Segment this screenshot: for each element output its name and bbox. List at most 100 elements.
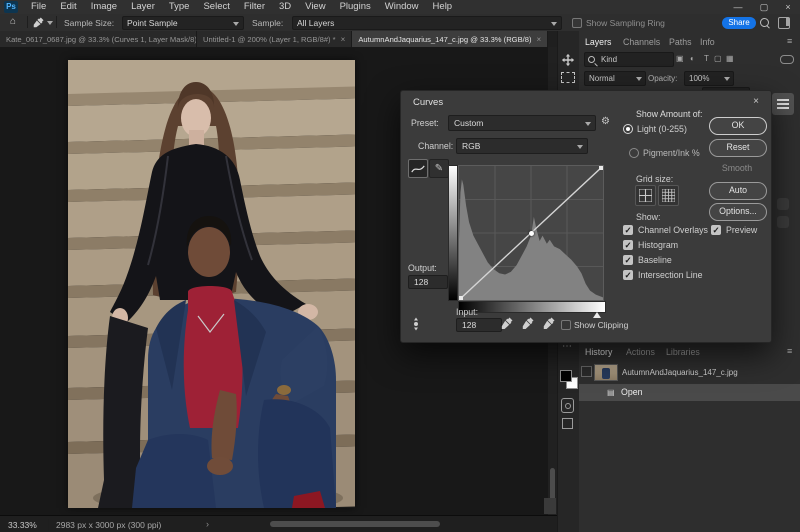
- sample-size-dropdown[interactable]: Point Sample: [122, 16, 244, 30]
- history-snapshot-thumbnail[interactable]: [594, 364, 618, 381]
- filter-image-icon[interactable]: ▣: [676, 54, 684, 63]
- channel-overlays-checkbox[interactable]: ✓: [623, 225, 633, 235]
- white-point-slider[interactable]: [593, 312, 601, 318]
- foreground-color-swatch[interactable]: [560, 370, 572, 382]
- baseline-checkbox[interactable]: ✓: [623, 255, 633, 265]
- menu-filter[interactable]: Filter: [237, 0, 272, 14]
- filter-smartobject-icon[interactable]: ▦: [726, 54, 734, 63]
- photo-document[interactable]: [68, 60, 355, 508]
- status-expand-icon[interactable]: ›: [206, 519, 209, 529]
- quick-mask-button[interactable]: [561, 398, 574, 413]
- tab-history[interactable]: History: [585, 347, 612, 357]
- targeted-adjustment-tool[interactable]: [409, 317, 423, 336]
- history-state-row-selected[interactable]: ▤ Open: [579, 384, 800, 401]
- menu-window[interactable]: Window: [378, 0, 426, 14]
- layer-filter-search[interactable]: Kind: [584, 52, 674, 67]
- output-gradient-bar: [448, 165, 458, 301]
- menu-image[interactable]: Image: [84, 0, 124, 14]
- intersection-line-checkbox[interactable]: ✓: [623, 270, 633, 280]
- document-tab-bar: Kate_0617_0687.jpg @ 33.3% (Curves 1, La…: [0, 31, 557, 47]
- maximize-button[interactable]: ▢: [754, 0, 774, 14]
- sample-dropdown[interactable]: All Layers: [292, 16, 562, 30]
- eyedropper-tool-icon[interactable]: [33, 17, 44, 28]
- chevron-down-icon[interactable]: [47, 21, 53, 25]
- white-point-eyedropper[interactable]: [543, 317, 555, 330]
- curve-endpoint-highlight[interactable]: [599, 166, 603, 170]
- tab-libraries[interactable]: Libraries: [666, 347, 700, 357]
- home-icon[interactable]: ⌂: [10, 16, 16, 27]
- show-clipping-checkbox[interactable]: [561, 320, 571, 330]
- menu-plugins[interactable]: Plugins: [333, 0, 378, 14]
- dialog-title[interactable]: Curves: [413, 97, 443, 108]
- panel-dock-icon[interactable]: [777, 198, 789, 210]
- marquee-tool[interactable]: [559, 70, 576, 85]
- move-tool[interactable]: [559, 52, 576, 67]
- filter-shape-icon[interactable]: ▢: [714, 54, 722, 63]
- menu-edit[interactable]: Edit: [53, 0, 83, 14]
- output-value-field[interactable]: 128: [408, 275, 448, 289]
- dialog-close-icon[interactable]: ×: [753, 96, 759, 107]
- menu-type[interactable]: Type: [162, 0, 197, 14]
- workspace-switcher-icon[interactable]: [778, 17, 790, 29]
- black-point-eyedropper[interactable]: [501, 317, 513, 330]
- tab-actions[interactable]: Actions: [626, 347, 655, 357]
- history-brush-source-box[interactable]: [581, 366, 592, 377]
- horizontal-scrollbar-thumb[interactable]: [270, 521, 440, 527]
- menu-select[interactable]: Select: [196, 0, 236, 14]
- show-sampling-ring-checkbox[interactable]: [572, 18, 582, 28]
- ok-button[interactable]: OK: [709, 117, 767, 135]
- filter-adjustment-icon[interactable]: ◐: [690, 54, 695, 63]
- document-tab-active[interactable]: AutumnAndJaquarius_147_c.jpg @ 33.3% (RG…: [352, 31, 548, 47]
- chevron-down-icon: [577, 145, 583, 149]
- search-icon[interactable]: [760, 18, 769, 27]
- tab-channels[interactable]: Channels: [623, 37, 660, 47]
- histogram-checkbox[interactable]: ✓: [623, 240, 633, 250]
- screen-mode-button[interactable]: [562, 418, 573, 429]
- grid-size-quarter-button[interactable]: [635, 185, 656, 206]
- close-tab-icon[interactable]: ×: [537, 35, 542, 44]
- preset-options-gear-icon[interactable]: ⚙: [601, 116, 610, 127]
- gray-point-eyedropper[interactable]: [522, 317, 534, 330]
- pigment-radio[interactable]: [629, 148, 639, 158]
- menu-3d[interactable]: 3D: [272, 0, 298, 14]
- menu-view[interactable]: View: [298, 0, 332, 14]
- tab-info[interactable]: Info: [700, 37, 715, 47]
- show-sampling-ring-label: Show Sampling Ring: [586, 18, 665, 28]
- tab-layers[interactable]: Layers: [585, 37, 611, 47]
- close-button[interactable]: ×: [778, 0, 798, 14]
- panel-dock-icon[interactable]: [777, 216, 789, 228]
- document-tab[interactable]: Kate_0617_0687.jpg @ 33.3% (Curves 1, La…: [0, 31, 197, 47]
- blend-mode-dropdown[interactable]: Normal: [584, 71, 646, 86]
- minimize-button[interactable]: —: [728, 0, 748, 14]
- opacity-dropdown[interactable]: 100%: [684, 71, 734, 86]
- curve-grid[interactable]: [458, 165, 604, 301]
- options-button[interactable]: Options...: [709, 203, 767, 221]
- menu-layer[interactable]: Layer: [124, 0, 162, 14]
- auto-button[interactable]: Auto: [709, 182, 767, 200]
- pencil-tool-button[interactable]: ✎: [429, 159, 449, 178]
- preset-dropdown[interactable]: Custom: [448, 115, 596, 131]
- share-button[interactable]: Share: [722, 17, 756, 29]
- grid-size-tenth-button[interactable]: [658, 185, 679, 206]
- filter-type-icon[interactable]: T: [704, 54, 709, 63]
- menu-file[interactable]: File: [24, 0, 53, 14]
- reset-button[interactable]: Reset: [709, 139, 767, 157]
- zoom-level-field[interactable]: 33.33%: [8, 520, 37, 530]
- document-tab[interactable]: Untitled-1 @ 200% (Layer 1, RGB/8#) * ×: [197, 31, 352, 47]
- curve-endpoint-shadow[interactable]: [459, 296, 463, 300]
- close-tab-icon[interactable]: ×: [341, 35, 346, 44]
- options-bar: ⌂ Sample Size: Point Sample Sample: All …: [0, 14, 800, 32]
- channel-dropdown[interactable]: RGB: [456, 138, 588, 154]
- tab-paths[interactable]: Paths: [669, 37, 692, 47]
- preview-checkbox[interactable]: ✓: [711, 225, 721, 235]
- curve-control-point[interactable]: [529, 231, 534, 236]
- panel-menu-icon[interactable]: ≡: [787, 346, 792, 356]
- history-snapshot-name[interactable]: AutumnAndJaquarius_147_c.jpg: [622, 368, 738, 377]
- panel-menu-icon[interactable]: ≡: [787, 36, 792, 46]
- menu-help[interactable]: Help: [426, 0, 460, 14]
- light-radio[interactable]: [623, 124, 633, 134]
- curve-point-tool-button[interactable]: [408, 159, 428, 178]
- filter-toggle[interactable]: [780, 55, 794, 64]
- panel-dock-icon-active[interactable]: [772, 93, 794, 115]
- input-value-field[interactable]: 128: [456, 318, 502, 332]
